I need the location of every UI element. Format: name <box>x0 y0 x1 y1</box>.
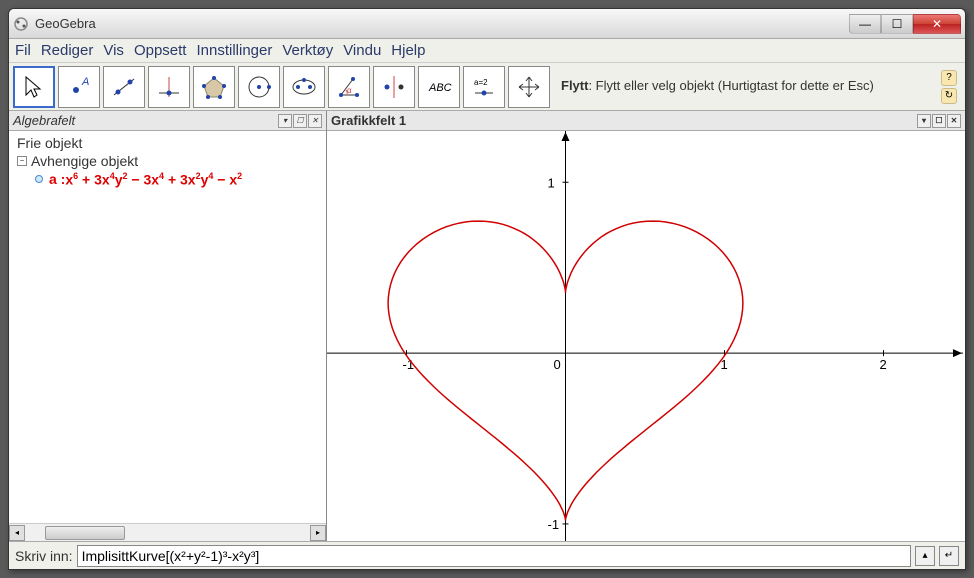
ellipse-icon <box>290 73 318 101</box>
plot-svg: -1012-11 <box>327 131 963 541</box>
window-controls: — ☐ ✕ <box>849 14 961 34</box>
graphics-panel: Grafikkfelt 1 ▾ ☐ ✕ -1012-11 <box>327 111 965 541</box>
scroll-left-icon[interactable]: ◂ <box>9 525 25 541</box>
panel-window-icon[interactable]: ☐ <box>293 114 307 128</box>
tool-move[interactable] <box>13 66 55 108</box>
toolbar: A α ABC a=2 Flytt: Flytt eller velg obje… <box>9 63 965 111</box>
algebra-dependent-label: Avhengige objekt <box>31 153 138 169</box>
window-title: GeoGebra <box>35 16 849 31</box>
algebra-category-free[interactable]: Frie objekt <box>17 135 318 151</box>
tool-reflect[interactable] <box>373 66 415 108</box>
slider-icon: a=2 <box>470 73 498 101</box>
input-submit-icon[interactable]: ↵ <box>939 546 959 566</box>
algebra-content: Frie objekt −Avhengige objekt a : x6 + 3… <box>9 131 326 523</box>
panel-close-icon[interactable]: ✕ <box>947 114 961 128</box>
tool-ellipse[interactable] <box>283 66 325 108</box>
text-icon: ABC <box>425 73 453 101</box>
algebra-scrollbar[interactable]: ◂ ▸ <box>9 523 326 541</box>
menu-vis[interactable]: Vis <box>103 42 124 59</box>
graphics-canvas[interactable]: -1012-11 <box>327 131 965 541</box>
menubar: Fil Rediger Vis Oppsett Innstillinger Ve… <box>9 39 965 63</box>
menu-hjelp[interactable]: Hjelp <box>391 42 425 59</box>
app-window: GeoGebra — ☐ ✕ Fil Rediger Vis Oppsett I… <box>8 8 966 570</box>
line-icon <box>110 73 138 101</box>
graphics-panel-controls: ▾ ☐ ✕ <box>917 114 961 128</box>
graphics-header: Grafikkfelt 1 ▾ ☐ ✕ <box>327 111 965 131</box>
tool-line[interactable] <box>103 66 145 108</box>
tool-point[interactable]: A <box>58 66 100 108</box>
algebra-object-a[interactable]: a : x6 + 3x4y2 − 3x4 + 3x2y4 − x2 <box>17 171 318 188</box>
maximize-button[interactable]: ☐ <box>881 14 913 34</box>
menu-verktoy[interactable]: Verktøy <box>282 42 333 59</box>
graphics-title: Grafikkfelt 1 <box>331 113 917 128</box>
input-bar: Skriv inn: ▴ ↵ <box>9 541 965 569</box>
panel-window-icon[interactable]: ☐ <box>932 114 946 128</box>
svg-text:A: A <box>81 76 89 88</box>
circle-icon <box>245 73 273 101</box>
cursor-icon <box>20 73 48 101</box>
tool-polygon[interactable] <box>193 66 235 108</box>
titlebar[interactable]: GeoGebra — ☐ ✕ <box>9 9 965 39</box>
algebra-panel: Algebrafelt ▾ ☐ ✕ Frie objekt −Avhengige… <box>9 111 327 541</box>
app-icon <box>13 16 29 32</box>
tool-perpendicular[interactable] <box>148 66 190 108</box>
scroll-thumb[interactable] <box>45 526 125 540</box>
close-button[interactable]: ✕ <box>913 14 961 34</box>
svg-text:-1: -1 <box>548 517 560 532</box>
menu-rediger[interactable]: Rediger <box>41 42 94 59</box>
algebra-panel-controls: ▾ ☐ ✕ <box>278 114 322 128</box>
panel-menu-icon[interactable]: ▾ <box>917 114 931 128</box>
panel-menu-icon[interactable]: ▾ <box>278 114 292 128</box>
menu-fil[interactable]: Fil <box>15 42 31 59</box>
tool-desc-title: Flytt <box>561 78 588 93</box>
algebra-header: Algebrafelt ▾ ☐ ✕ <box>9 111 326 131</box>
input-label: Skriv inn: <box>15 548 73 564</box>
algebra-category-dependent[interactable]: −Avhengige objekt <box>17 153 318 169</box>
point-icon: A <box>65 73 93 101</box>
minimize-button[interactable]: — <box>849 14 881 34</box>
scroll-right-icon[interactable]: ▸ <box>310 525 326 541</box>
polygon-icon <box>200 73 228 101</box>
tool-desc-body: : Flytt eller velg objekt (Hurtigtast fo… <box>588 78 873 93</box>
svg-text:ABC: ABC <box>428 82 452 94</box>
svg-text:1: 1 <box>548 175 555 190</box>
menu-innstillinger[interactable]: Innstillinger <box>196 42 272 59</box>
svg-text:2: 2 <box>880 357 887 372</box>
svg-text:0: 0 <box>554 357 561 372</box>
reflect-icon <box>380 73 408 101</box>
redo-icon[interactable]: ↻ <box>941 88 957 104</box>
main-area: Algebrafelt ▾ ☐ ✕ Frie objekt −Avhengige… <box>9 111 965 541</box>
menu-oppsett[interactable]: Oppsett <box>134 42 187 59</box>
perp-icon <box>155 73 183 101</box>
visibility-dot-icon[interactable] <box>35 175 43 183</box>
panel-close-icon[interactable]: ✕ <box>308 114 322 128</box>
toolbar-help-icons: ? ↻ <box>941 70 961 104</box>
formula-body: x6 + 3x4y2 − 3x4 + 3x2y4 − x2 <box>65 171 242 188</box>
help-icon[interactable]: ? <box>941 70 957 86</box>
angle-icon: α <box>335 73 363 101</box>
menu-vindu[interactable]: Vindu <box>343 42 381 59</box>
tool-move-view[interactable] <box>508 66 550 108</box>
algebra-title: Algebrafelt <box>13 113 278 128</box>
collapse-icon[interactable]: − <box>17 156 27 166</box>
tool-angle[interactable]: α <box>328 66 370 108</box>
svg-text:α: α <box>347 86 352 95</box>
input-dropdown-icon[interactable]: ▴ <box>915 546 935 566</box>
move-view-icon <box>515 73 543 101</box>
tool-circle[interactable] <box>238 66 280 108</box>
svg-text:a=2: a=2 <box>474 78 488 87</box>
formula-prefix: a : <box>49 171 65 187</box>
tool-slider[interactable]: a=2 <box>463 66 505 108</box>
tool-text[interactable]: ABC <box>418 66 460 108</box>
command-input[interactable] <box>77 545 911 567</box>
tool-description: Flytt: Flytt eller velg objekt (Hurtigta… <box>553 78 938 95</box>
